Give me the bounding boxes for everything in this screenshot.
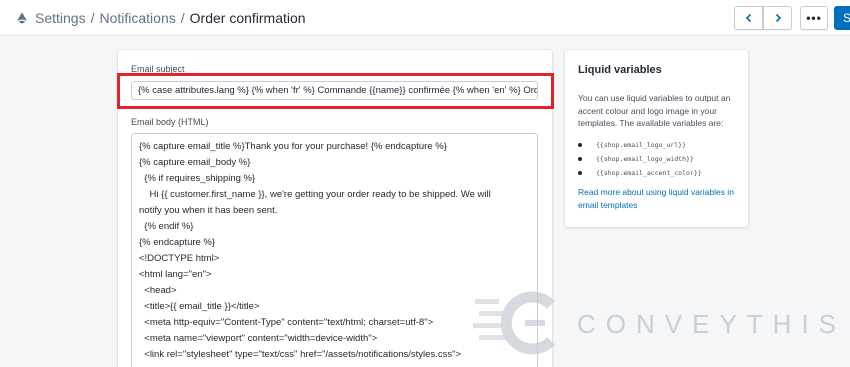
liquid-variables-help-link[interactable]: Read more about using liquid variables i… — [578, 186, 743, 211]
chevron-left-icon — [745, 13, 751, 23]
code-line: <head> — [139, 285, 177, 296]
variable-name: {{shop.email_logo_width}} — [596, 155, 694, 163]
code-line: <link rel="stylesheet" type="text/css" h… — [139, 349, 461, 360]
chevron-right-icon — [775, 13, 781, 23]
next-button[interactable] — [763, 6, 792, 30]
variable-name: {{shop.email_logo_url}} — [596, 141, 687, 149]
code-line: Hi {{ customer.first_name }}, we're gett… — [139, 189, 491, 200]
watermark-text: CONVEYTHIS — [577, 309, 846, 339]
code-line: <title>{{ email_title }}</title> — [139, 301, 260, 312]
code-line: {% capture email_title %}Thank you for y… — [139, 141, 447, 152]
code-line: {% capture email_body %} — [139, 157, 251, 168]
list-item: {{shop.email_accent_color}} — [578, 166, 702, 180]
save-button[interactable]: S — [834, 6, 850, 30]
liquid-variables-list: {{shop.email_logo_url}} {{shop.email_log… — [578, 138, 702, 180]
breadcrumb: Settings / Notifications / Order confirm… — [15, 10, 306, 26]
code-line: {% endcapture %} — [139, 237, 216, 248]
top-bar: Settings / Notifications / Order confirm… — [0, 0, 850, 36]
bullet-icon — [578, 143, 582, 147]
code-line: <html lang="en"> — [139, 269, 212, 280]
page-title: Order confirmation — [189, 10, 306, 26]
more-actions-button[interactable]: ••• — [800, 6, 828, 30]
code-line: {% if requires_shipping %} — [139, 173, 256, 184]
bullet-icon — [578, 157, 582, 161]
breadcrumb-settings[interactable]: Settings — [35, 10, 86, 26]
liquid-variables-description: You can use liquid variables to output a… — [578, 93, 731, 128]
code-line: <!DOCTYPE html> — [139, 253, 220, 264]
variable-name: {{shop.email_accent_color}} — [596, 169, 702, 177]
liquid-variables-title: Liquid variables — [578, 64, 662, 76]
code-line: <meta http-equiv="Content-Type" content=… — [139, 317, 434, 328]
breadcrumb-separator: / — [180, 10, 185, 26]
list-item: {{shop.email_logo_width}} — [578, 152, 702, 166]
breadcrumb-separator: / — [90, 10, 95, 26]
list-item: {{shop.email_logo_url}} — [578, 138, 702, 152]
subject-highlight-box — [117, 73, 554, 109]
code-line: <meta name="viewport" content="width=dev… — [139, 333, 378, 344]
email-body-editor[interactable]: {% capture email_title %}Thank you for y… — [131, 133, 538, 367]
code-line: notify you when it has been sent. — [139, 205, 278, 216]
previous-button[interactable] — [734, 6, 763, 30]
code-line: {% endif %} — [139, 221, 194, 232]
bullet-icon — [578, 171, 582, 175]
breadcrumb-notifications[interactable]: Notifications — [99, 10, 175, 26]
settings-icon — [17, 12, 27, 24]
email-body-label: Email body (HTML) — [131, 117, 209, 127]
